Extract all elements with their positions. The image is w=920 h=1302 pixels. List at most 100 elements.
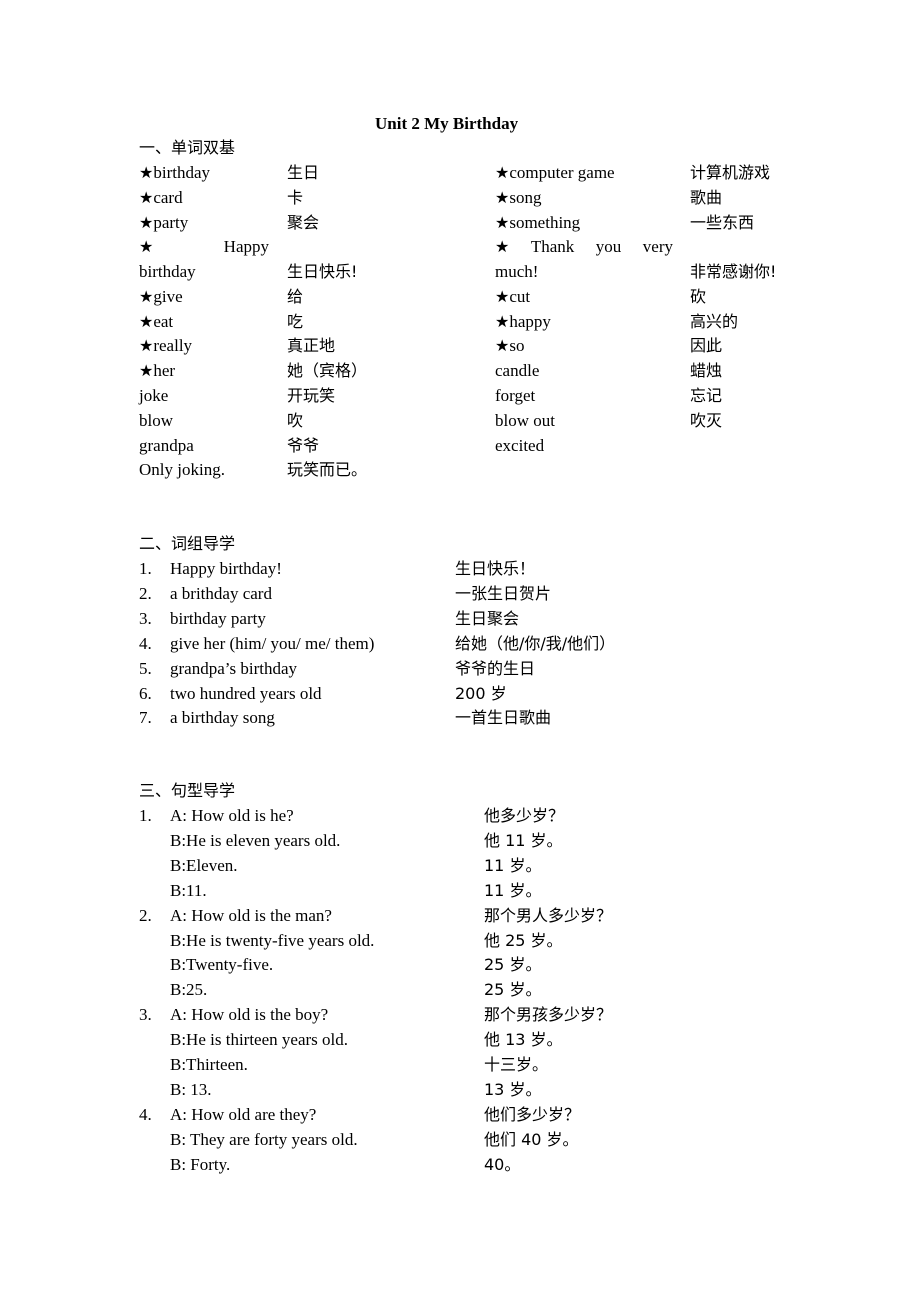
sentence-chinese: 13 岁。 (484, 1079, 542, 1099)
vocab-meaning: 爷爷 (287, 435, 320, 455)
sentence-number: 3. (139, 1005, 152, 1025)
vocab-word: forget (495, 386, 535, 406)
vocab-word: cut (495, 287, 530, 307)
vocab-word-text: excited (495, 435, 545, 455)
sentence-chinese: 11 岁。 (484, 855, 542, 875)
vocab-word: party (139, 213, 188, 233)
phrase-chinese: 爷爷的生日 (455, 658, 536, 678)
phrase-chinese: 200 岁 (455, 683, 507, 703)
star-icon (495, 312, 509, 331)
phrase-english: birthday party (170, 608, 266, 628)
phrase-number: 2. (139, 583, 152, 603)
sentence-number: 1. (139, 806, 152, 825)
sentence-chinese: 他 11 岁。 (484, 830, 563, 850)
vocab-word: much! (495, 261, 539, 281)
sentence-english: B:He is twenty-five years old. (170, 930, 375, 950)
vocab-word-text: really (153, 336, 193, 356)
vocab-word: song (495, 188, 541, 208)
vocab-word: very (642, 237, 673, 257)
vocab-meaning: 聚会 (287, 212, 320, 232)
vocab-meaning: 忘记 (690, 385, 723, 405)
vocab-word: blow out (495, 411, 555, 431)
vocab-word: Only joking. (139, 460, 225, 480)
vocab-word: candle (495, 361, 539, 381)
vocab-meaning: 她（宾格） (287, 361, 368, 381)
star-icon (495, 237, 509, 257)
sentence-number: 2. (139, 905, 152, 925)
vocab-meaning: 高兴的 (690, 311, 739, 331)
star-icon (139, 188, 153, 207)
sentence-chinese: 那个男人多少岁？ (484, 905, 613, 925)
sentence-chinese: 他们多少岁？ (484, 1104, 581, 1124)
sentence-english: B:He is eleven years old. (170, 830, 341, 850)
vocab-meaning: 因此 (690, 336, 723, 356)
vocab-word: give (139, 287, 183, 307)
phrase-chinese: 生日聚会 (455, 608, 520, 628)
vocab-meaning: 吃 (287, 311, 304, 331)
vocab-word-text: birthday (153, 163, 210, 182)
sentence-english: B:He is thirteen years old. (170, 1030, 348, 1050)
sentence-english: B:Thirteen. (170, 1055, 248, 1074)
sentence-english: B:25. (170, 980, 208, 1000)
vocab-word-text: give (153, 286, 183, 306)
phrase-number: 7. (139, 708, 152, 728)
phrase-chinese: 生日快乐！ (455, 559, 536, 578)
sentence-english: B: Forty. (170, 1154, 231, 1174)
phrase-english: Happy birthday! (170, 559, 282, 578)
vocab-word-text: forget (495, 385, 536, 405)
sentence-chinese: 十三岁。 (484, 1055, 549, 1074)
vocab-word: blow (139, 411, 173, 431)
sentence-english: A: How old is the boy? (170, 1005, 329, 1025)
phrase-number: 6. (139, 683, 152, 703)
sentence-number: 4. (139, 1104, 152, 1124)
vocab-meaning: 生日快乐! (287, 261, 358, 281)
phrase-chinese: 给她（他/你/我/他们） (455, 633, 616, 653)
phrase-chinese: 一首生日歌曲 (455, 708, 552, 728)
sentence-chinese: 他 13 岁。 (484, 1030, 563, 1050)
page-title: Unit 2 My Birthday (375, 114, 519, 133)
vocab-word-text: party (153, 212, 189, 232)
vocab-meaning: 玩笑而已。 (287, 460, 368, 480)
vocab-entry-first-line: Happy (139, 237, 269, 257)
sentence-chinese: 他 25 岁。 (484, 930, 563, 950)
vocab-entry-first-line: Thank youvery (495, 237, 673, 257)
vocab-meaning: 计算机游戏 (690, 163, 771, 182)
section2-heading: 二、词组导学 (139, 534, 236, 553)
vocab-word-text: card (153, 187, 183, 207)
vocab-meaning: 生日 (287, 163, 320, 182)
phrase-number: 5. (139, 658, 152, 678)
vocab-meaning: 给 (287, 286, 304, 306)
sentence-english: A: How old are they? (170, 1104, 317, 1124)
vocab-word-text: blow out (495, 410, 555, 430)
star-icon (495, 213, 509, 232)
phrase-english: a brithday card (170, 583, 272, 603)
vocab-word: Thank (530, 237, 575, 257)
vocab-word: birthday (139, 261, 196, 281)
phrase-number: 3. (139, 608, 152, 628)
vocab-word: card (139, 188, 183, 208)
vocab-word-text: her (153, 361, 176, 381)
phrase-number: 1. (139, 559, 152, 578)
sentence-chinese: 他们 40 岁。 (484, 1129, 579, 1149)
star-icon (139, 312, 153, 331)
vocab-meaning: 吹灭 (690, 410, 723, 430)
star-icon (139, 361, 153, 380)
vocab-word: birthday (139, 163, 210, 183)
vocab-meaning: 歌曲 (690, 187, 723, 207)
phrase-english: a birthday song (170, 708, 275, 728)
vocab-word-text: so (509, 336, 525, 356)
sentence-english: A: How old is he? (170, 806, 294, 825)
star-icon (139, 237, 153, 257)
vocab-word: her (139, 361, 175, 381)
phrase-english: give her (him/ you/ me/ them) (170, 633, 375, 653)
vocab-word: excited (495, 436, 544, 456)
vocab-meaning: 真正地 (287, 336, 336, 356)
vocab-word-text: grandpa (139, 435, 194, 455)
vocab-word: you (595, 237, 622, 257)
star-icon (139, 213, 153, 232)
vocab-word: Happy (223, 237, 269, 257)
section3-heading: 三、句型导学 (139, 781, 236, 800)
sentence-english: A: How old is the man? (170, 905, 332, 925)
vocab-meaning: 砍 (690, 286, 707, 306)
vocab-word-text: cut (509, 286, 531, 306)
